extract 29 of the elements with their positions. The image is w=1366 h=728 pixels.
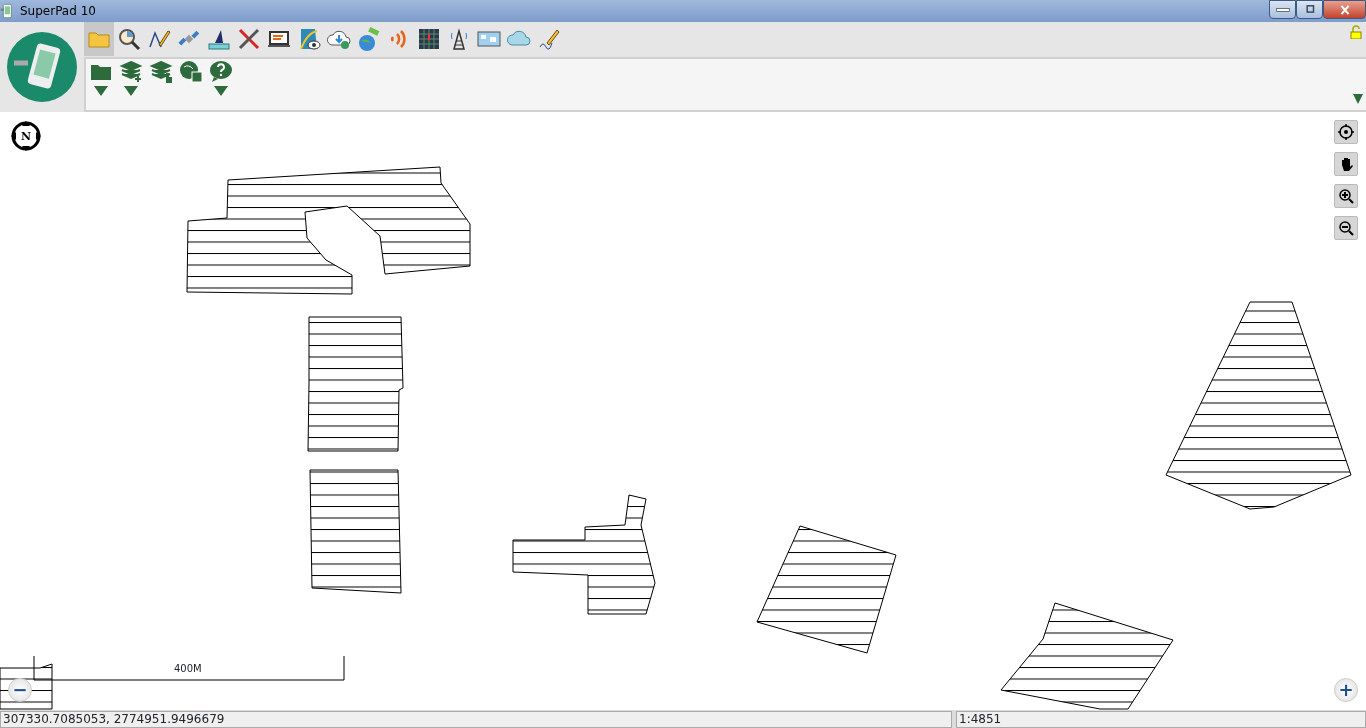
pencil-icon	[537, 27, 561, 51]
zoom-out-button[interactable]	[1334, 216, 1358, 240]
maximize-button[interactable]	[1296, 0, 1323, 19]
layers-plus-icon	[119, 59, 143, 83]
zoom-in-button[interactable]: +	[1334, 678, 1358, 702]
status-scale: 1:4851	[956, 711, 1366, 728]
eye-icon	[297, 27, 321, 51]
scale-label: 400M	[174, 662, 202, 676]
dropdown-arrow-icon	[124, 86, 138, 96]
dropdown-arrow-icon	[94, 86, 108, 96]
tools-icon	[237, 27, 261, 51]
north-arrow-icon: N	[11, 121, 41, 151]
locate-button[interactable]	[1334, 120, 1358, 144]
grid-icon	[417, 27, 441, 51]
close-button[interactable]	[1323, 0, 1366, 19]
zoom-out-icon	[1338, 220, 1354, 236]
layers-pointer-icon	[149, 59, 173, 83]
app-logo	[6, 31, 78, 103]
pan-button[interactable]	[1334, 152, 1358, 176]
expand-arrow-icon	[1353, 93, 1363, 104]
locate-icon	[1338, 124, 1354, 140]
dropdown-arrow-icon	[214, 86, 228, 96]
search-icon	[117, 27, 141, 51]
minimize-button[interactable]	[1269, 0, 1296, 19]
zoom-in-icon	[1338, 188, 1354, 204]
zoom-in-button[interactable]	[1334, 184, 1358, 208]
window-title: SuperPad 10	[19, 3, 97, 20]
padlock-icon	[1349, 24, 1363, 39]
status-coordinates: 307330.7085053, 2774951.9496679	[0, 711, 952, 728]
